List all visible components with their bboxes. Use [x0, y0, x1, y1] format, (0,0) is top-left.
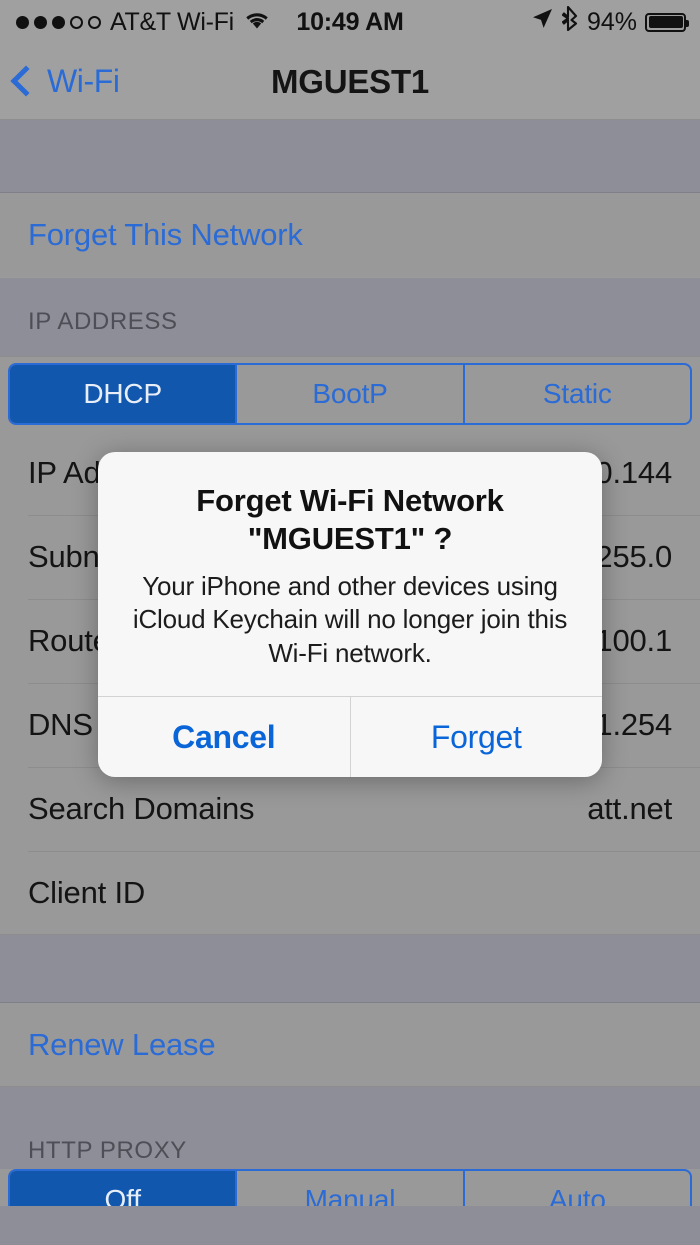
alert-actions: Cancel Forget: [98, 696, 603, 778]
cancel-button[interactable]: Cancel: [98, 697, 350, 777]
alert-message: Your iPhone and other devices using iClo…: [132, 570, 568, 668]
battery-icon: [645, 12, 689, 32]
bluetooth-icon: [561, 5, 579, 38]
location-arrow-icon: [531, 7, 554, 37]
renew-lease-row[interactable]: Renew Lease: [0, 1003, 700, 1087]
page-title: MGUEST1: [270, 62, 430, 100]
forget-this-network-label: Forget This Network: [28, 217, 303, 252]
segment-bootp[interactable]: BootP: [235, 365, 462, 423]
forget-button[interactable]: Forget: [349, 697, 603, 778]
forget-network-alert: Forget Wi-Fi Network "MGUEST1" ? Your iP…: [98, 452, 603, 778]
segment-static[interactable]: Static: [462, 365, 690, 423]
segment-proxy-auto[interactable]: Auto: [462, 1171, 690, 1206]
group-gap-1: [0, 120, 700, 193]
status-bar: AT&T Wi-Fi 10:49 AM 94%: [0, 0, 700, 44]
renew-lease-label: Renew Lease: [28, 1026, 216, 1062]
alert-body: Forget Wi-Fi Network "MGUEST1" ? Your iP…: [98, 452, 602, 696]
ip-address-mode-segmented-control[interactable]: DHCP BootP Static: [0, 357, 700, 431]
segment-proxy-manual[interactable]: Manual: [235, 1171, 462, 1206]
forget-this-network-row[interactable]: Forget This Network: [0, 193, 700, 277]
alert-title: Forget Wi-Fi Network "MGUEST1" ?: [196, 483, 504, 556]
http-proxy-section-header: HTTP PROXY: [0, 1087, 700, 1169]
navigation-bar: Wi-Fi MGUEST1: [0, 44, 700, 120]
status-bar-right: 94%: [531, 5, 689, 38]
segment-proxy-off[interactable]: Off: [10, 1171, 236, 1206]
ip-address-section-header: IP ADDRESS: [0, 277, 700, 357]
client-id-label: Client ID: [28, 874, 146, 910]
table-row[interactable]: Search Domains att.net: [0, 767, 700, 851]
search-domains-value: att.net: [587, 791, 672, 826]
table-row[interactable]: Client ID: [0, 851, 700, 935]
http-proxy-mode-segmented-control[interactable]: Off Manual Auto: [0, 1169, 700, 1206]
group-gap-2: [0, 935, 700, 1003]
iphone-screen: AT&T Wi-Fi 10:49 AM 94% Wi-Fi MGUEST1 Fo…: [0, 0, 700, 1245]
search-domains-label: Search Domains: [28, 791, 255, 826]
segment-dhcp[interactable]: DHCP: [10, 365, 236, 423]
battery-percent-label: 94%: [586, 7, 637, 36]
